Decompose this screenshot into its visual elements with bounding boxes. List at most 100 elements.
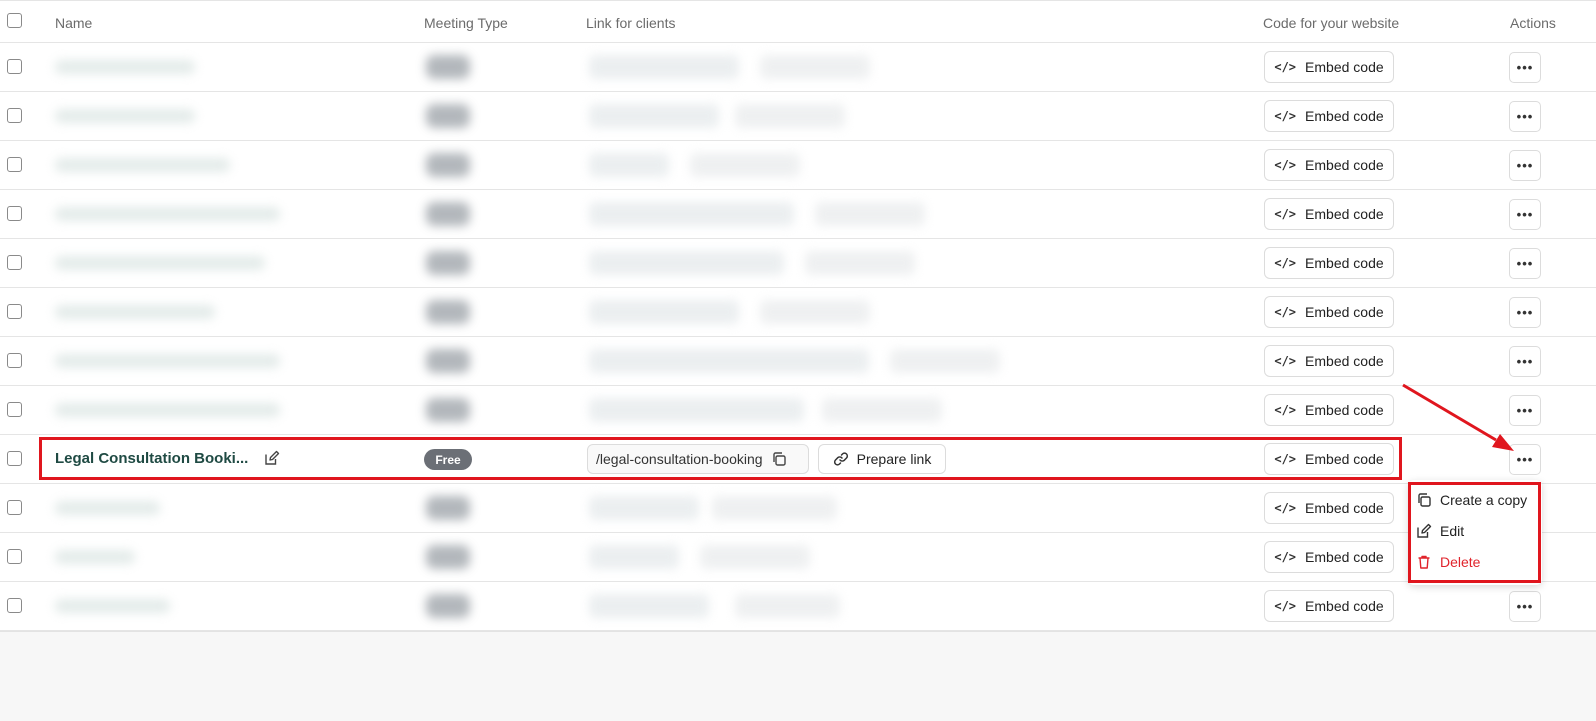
blurred-prepare bbox=[735, 104, 845, 128]
row-checkbox[interactable] bbox=[7, 108, 22, 123]
row-checkbox[interactable] bbox=[7, 598, 22, 613]
free-badge: Free bbox=[424, 449, 472, 470]
table-row: </> Embed code ••• bbox=[0, 337, 1596, 386]
embed-code-button[interactable]: </> Embed code bbox=[1264, 590, 1394, 622]
embed-code-button[interactable]: </> Embed code bbox=[1264, 492, 1394, 524]
embed-code-button[interactable]: </> Embed code bbox=[1264, 296, 1394, 328]
embed-code-button[interactable]: </> Embed code bbox=[1264, 394, 1394, 426]
more-actions-button[interactable]: ••• bbox=[1509, 395, 1541, 426]
embed-code-button[interactable]: </> Embed code bbox=[1264, 345, 1394, 377]
meetings-table: Name Meeting Type Link for clients Code … bbox=[0, 0, 1596, 632]
blurred-prepare bbox=[690, 153, 800, 177]
embed-code-label: Embed code bbox=[1305, 59, 1384, 75]
blurred-link bbox=[589, 202, 794, 226]
more-actions-button[interactable]: ••• bbox=[1509, 199, 1541, 230]
blurred-name bbox=[55, 60, 195, 74]
menu-item-delete-label: Delete bbox=[1440, 554, 1481, 570]
row-checkbox[interactable] bbox=[7, 451, 22, 466]
blurred-name bbox=[55, 354, 280, 368]
client-link-text: /legal-consultation-booking bbox=[596, 451, 763, 467]
code-icon: </> bbox=[1274, 256, 1297, 270]
embed-code-button[interactable]: </> Embed code bbox=[1264, 247, 1394, 279]
embed-code-label: Embed code bbox=[1305, 304, 1384, 320]
embed-code-label: Embed code bbox=[1305, 206, 1384, 222]
row-checkbox[interactable] bbox=[7, 500, 22, 515]
row-checkbox[interactable] bbox=[7, 206, 22, 221]
row-checkbox[interactable] bbox=[7, 353, 22, 368]
more-actions-button[interactable]: ••• bbox=[1509, 346, 1541, 377]
select-all-checkbox[interactable] bbox=[7, 13, 22, 28]
blurred-prepare bbox=[822, 398, 942, 422]
blurred-prepare bbox=[760, 55, 870, 79]
blurred-link bbox=[589, 496, 699, 520]
blurred-link bbox=[589, 104, 719, 128]
blurred-name bbox=[55, 501, 160, 515]
blurred-name bbox=[55, 305, 215, 319]
code-icon: </> bbox=[1274, 550, 1297, 564]
table-row: </> Embed code bbox=[0, 533, 1596, 582]
trash-icon bbox=[1418, 555, 1430, 569]
table-row: </> Embed code ••• bbox=[0, 190, 1596, 239]
header-code-for-website: Code for your website bbox=[1263, 15, 1400, 31]
link-icon bbox=[833, 452, 848, 466]
embed-code-button[interactable]: </> Embed code bbox=[1264, 100, 1394, 132]
header-link-for-clients: Link for clients bbox=[586, 15, 676, 31]
blurred-type bbox=[426, 300, 470, 324]
table-row: </> Embed code ••• bbox=[0, 239, 1596, 288]
copy-icon bbox=[1418, 493, 1431, 507]
blurred-name bbox=[55, 403, 280, 417]
code-icon: </> bbox=[1274, 207, 1297, 221]
embed-code-button[interactable]: </> Embed code bbox=[1264, 149, 1394, 181]
blurred-prepare bbox=[760, 300, 870, 324]
more-actions-button[interactable]: ••• bbox=[1509, 248, 1541, 279]
more-actions-button[interactable]: ••• bbox=[1509, 101, 1541, 132]
embed-code-button[interactable]: </> Embed code bbox=[1264, 443, 1394, 475]
table-row: </> Embed code ••• bbox=[0, 386, 1596, 435]
menu-item-edit-label: Edit bbox=[1440, 523, 1465, 539]
blurred-name bbox=[55, 158, 230, 172]
blurred-link bbox=[589, 545, 679, 569]
table-row: </> Embed code ••• bbox=[0, 43, 1596, 92]
blurred-prepare bbox=[805, 251, 915, 275]
more-actions-button-active[interactable]: ••• bbox=[1509, 444, 1541, 475]
blurred-name bbox=[55, 109, 195, 123]
meeting-name[interactable]: Legal Consultation Booki... bbox=[55, 450, 248, 467]
menu-item-create-copy-label: Create a copy bbox=[1440, 492, 1528, 508]
menu-item-create-copy[interactable]: Create a copy bbox=[1416, 492, 1527, 508]
row-checkbox[interactable] bbox=[7, 255, 22, 270]
embed-code-button[interactable]: </> Embed code bbox=[1264, 541, 1394, 573]
code-icon: </> bbox=[1274, 109, 1297, 123]
row-checkbox[interactable] bbox=[7, 157, 22, 172]
actions-dropdown-menu: Create a copy Edit Delete bbox=[1408, 480, 1542, 585]
embed-code-label: Embed code bbox=[1305, 402, 1384, 418]
copy-icon[interactable] bbox=[771, 451, 787, 467]
table-row: </> Embed code ••• bbox=[0, 92, 1596, 141]
blurred-prepare bbox=[712, 496, 837, 520]
more-actions-button[interactable]: ••• bbox=[1509, 52, 1541, 83]
row-checkbox[interactable] bbox=[7, 59, 22, 74]
menu-item-edit[interactable]: Edit bbox=[1416, 523, 1464, 539]
table-row-highlighted: Legal Consultation Booki... Free /legal-… bbox=[0, 435, 1596, 484]
row-checkbox[interactable] bbox=[7, 304, 22, 319]
edit-icon[interactable] bbox=[264, 450, 280, 466]
table-row: </> Embed code ••• bbox=[0, 582, 1596, 631]
blurred-type bbox=[426, 545, 470, 569]
embed-code-label: Embed code bbox=[1305, 157, 1384, 173]
blurred-link bbox=[589, 300, 739, 324]
blurred-type bbox=[426, 349, 470, 373]
more-actions-button[interactable]: ••• bbox=[1509, 591, 1541, 622]
more-actions-button[interactable]: ••• bbox=[1509, 150, 1541, 181]
row-checkbox[interactable] bbox=[7, 402, 22, 417]
blurred-prepare bbox=[735, 594, 840, 618]
row-checkbox[interactable] bbox=[7, 549, 22, 564]
header-meeting-type: Meeting Type bbox=[424, 15, 508, 31]
blurred-prepare bbox=[890, 349, 1000, 373]
menu-item-delete[interactable]: Delete bbox=[1416, 554, 1480, 570]
prepare-link-button[interactable]: Prepare link bbox=[818, 444, 946, 474]
client-link-field[interactable]: /legal-consultation-booking bbox=[587, 444, 809, 474]
embed-code-button[interactable]: </> Embed code bbox=[1264, 51, 1394, 83]
code-icon: </> bbox=[1274, 599, 1297, 613]
embed-code-button[interactable]: </> Embed code bbox=[1264, 198, 1394, 230]
more-actions-button[interactable]: ••• bbox=[1509, 297, 1541, 328]
code-icon: </> bbox=[1274, 452, 1297, 466]
